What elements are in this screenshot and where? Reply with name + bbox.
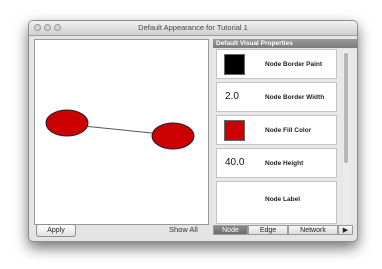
- property-row-node-height[interactable]: 40.0 Node Height: [216, 148, 337, 178]
- property-row-node-label[interactable]: Node Label: [216, 181, 337, 224]
- visual-properties-list[interactable]: Node Border Paint 2.0 Node Border Width …: [213, 49, 356, 224]
- property-row-node-border-paint[interactable]: Node Border Paint: [216, 49, 337, 79]
- tab-edge[interactable]: Edge: [248, 225, 288, 235]
- network-preview-canvas[interactable]: [34, 39, 209, 225]
- tab-network[interactable]: Network: [288, 225, 338, 235]
- network-node[interactable]: [151, 122, 195, 150]
- dialog-window: Default Appearance for Tutorial 1 Apply …: [28, 20, 358, 242]
- color-swatch[interactable]: [224, 54, 245, 75]
- triangle-right-icon[interactable]: ▶: [338, 225, 353, 235]
- scrollbar-thumb[interactable]: [344, 53, 348, 163]
- network-node[interactable]: [45, 109, 89, 137]
- properties-scrollbar[interactable]: [343, 49, 349, 224]
- color-swatch[interactable]: [224, 120, 245, 141]
- tab-node[interactable]: Node: [213, 225, 248, 235]
- property-value: 40.0: [225, 157, 245, 168]
- property-label: Node Fill Color: [265, 127, 312, 134]
- property-row-node-border-width[interactable]: 2.0 Node Border Width: [216, 82, 337, 112]
- property-label: Node Border Paint: [265, 61, 323, 68]
- panel-header: Default Visual Properties: [213, 39, 357, 48]
- apply-button[interactable]: Apply: [36, 224, 76, 237]
- property-label: Node Height: [265, 160, 304, 167]
- window-title: Default Appearance for Tutorial 1: [138, 23, 248, 32]
- property-label: Node Label: [265, 196, 301, 203]
- property-label: Node Border Width: [265, 94, 325, 101]
- property-row-node-fill-color[interactable]: Node Fill Color: [216, 115, 337, 145]
- title-bar[interactable]: Default Appearance for Tutorial 1: [29, 21, 357, 36]
- property-value: 2.0: [225, 91, 239, 102]
- show-all-button[interactable]: Show All: [169, 225, 198, 234]
- tab-bar: Node Edge Network ▶: [213, 225, 353, 235]
